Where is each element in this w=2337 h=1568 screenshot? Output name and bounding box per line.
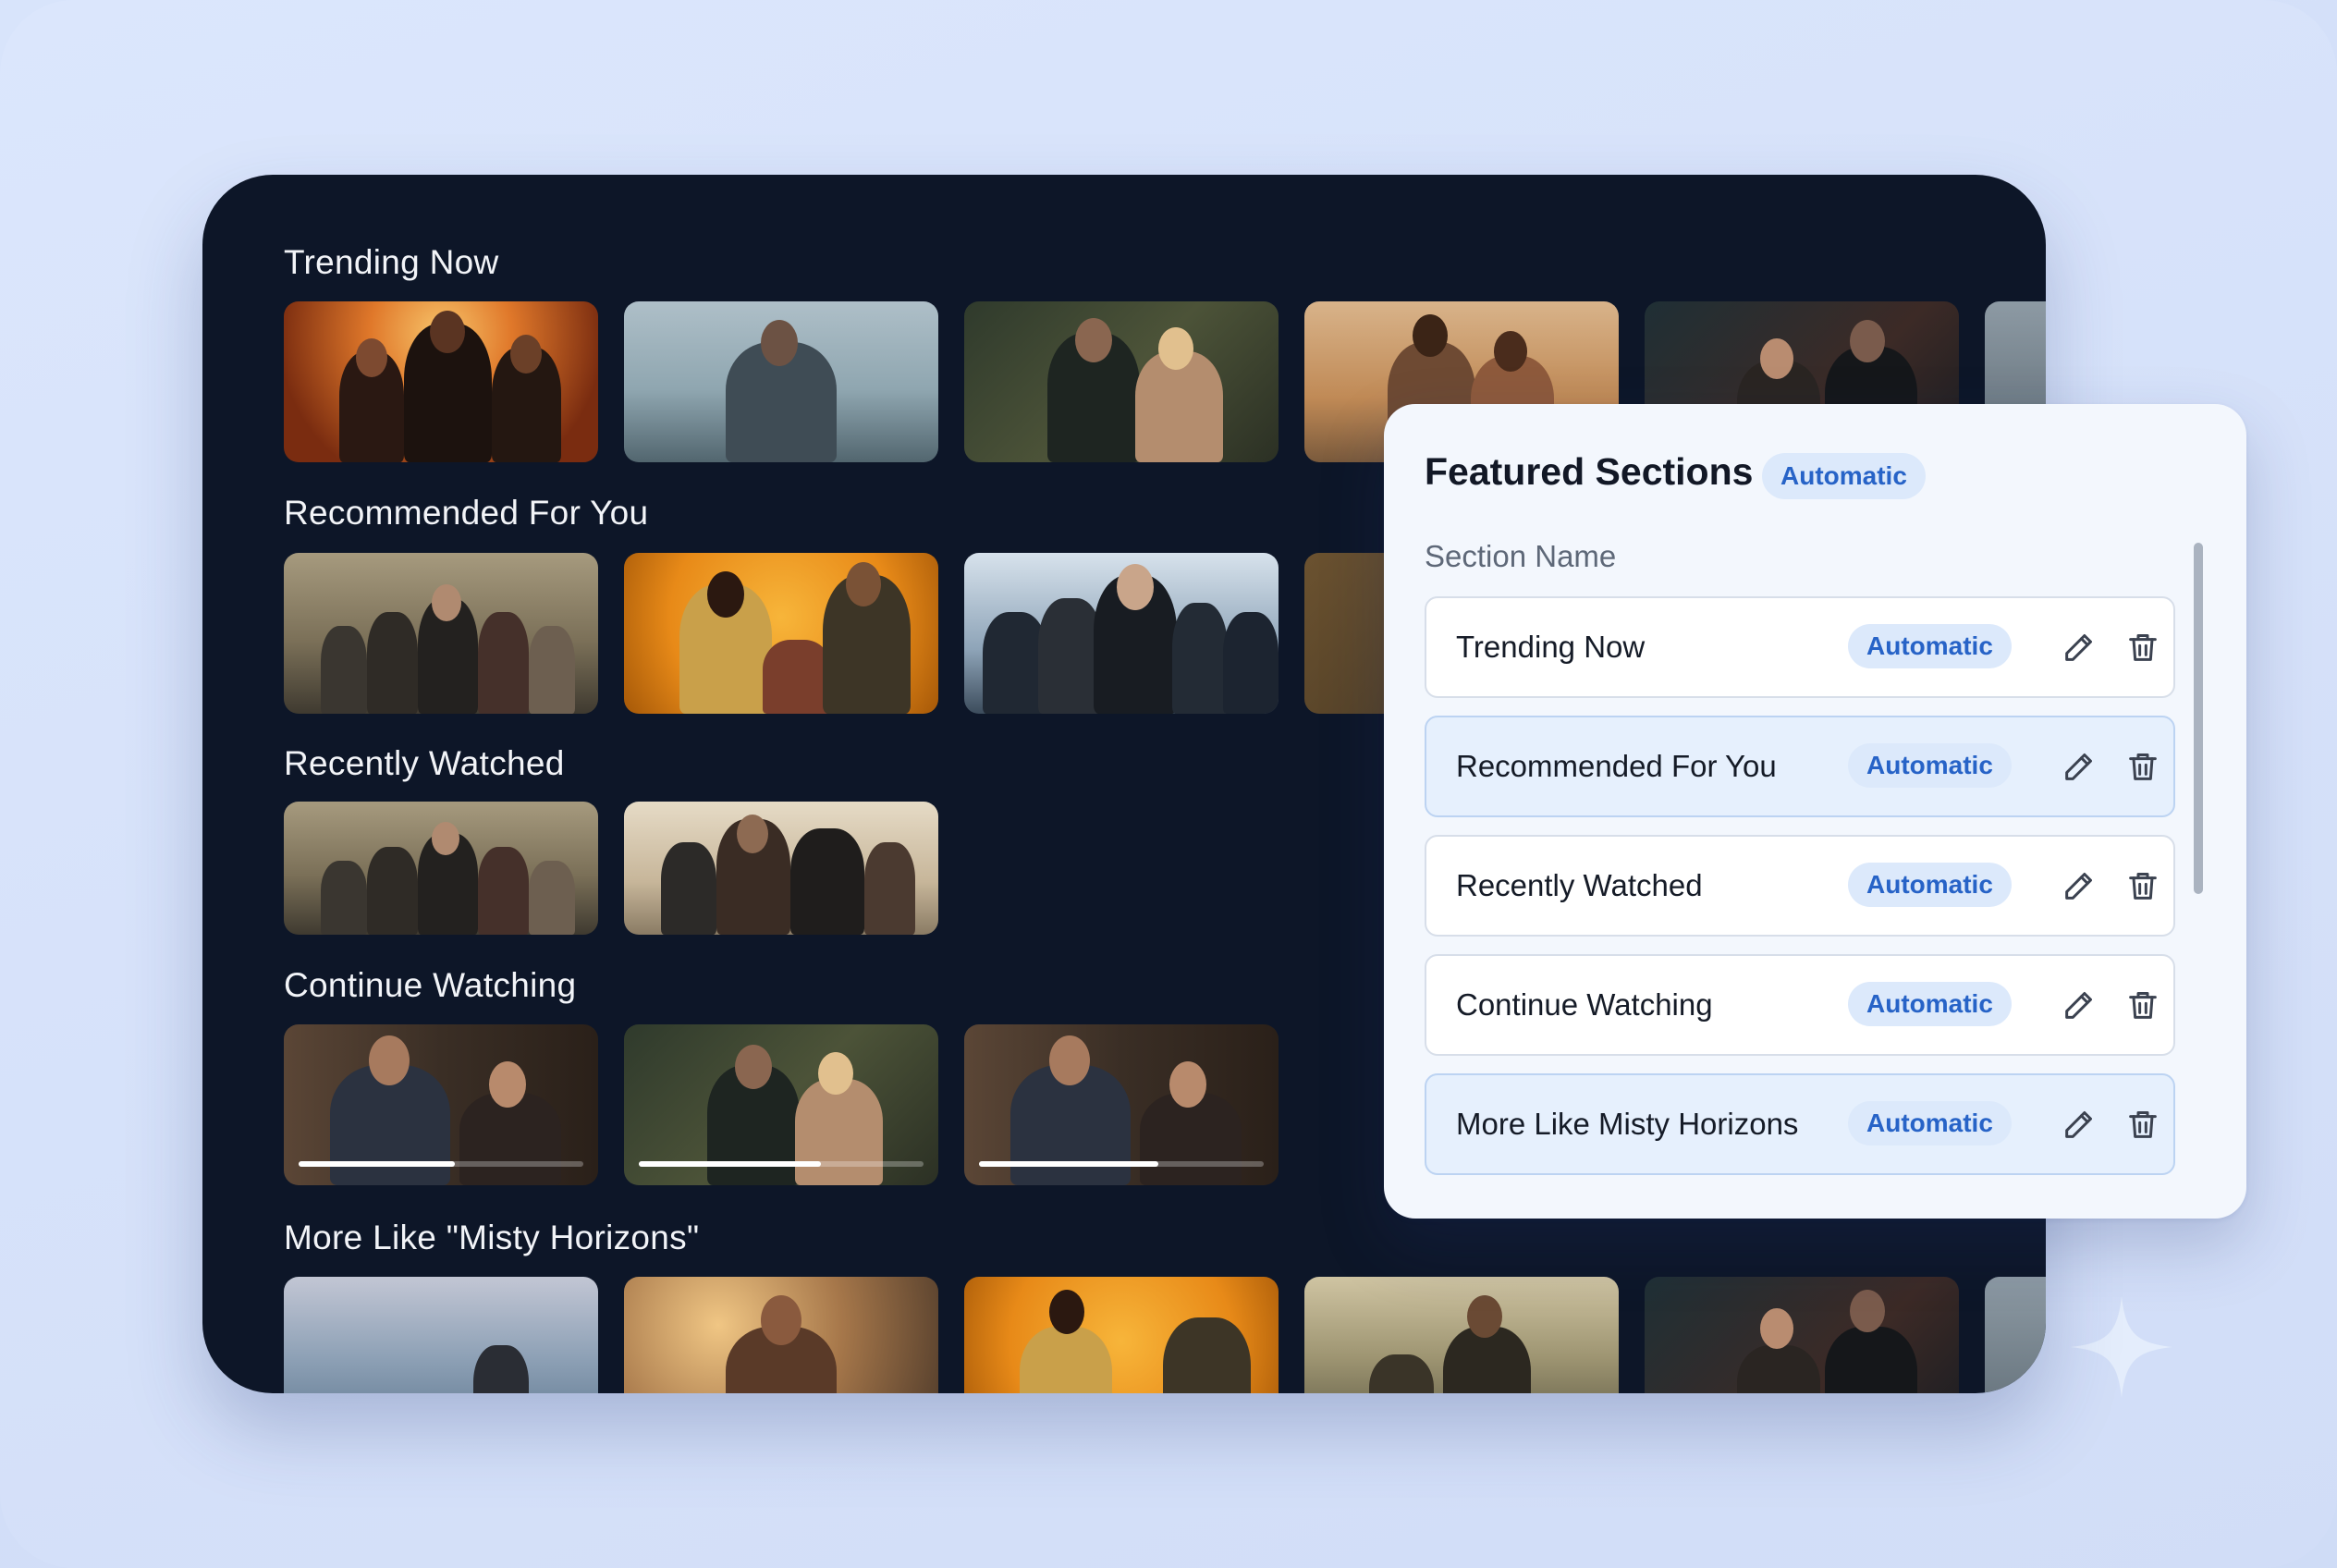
poster-tile[interactable]: [1985, 1277, 2046, 1393]
poster-tile[interactable]: [964, 301, 1279, 462]
poster-tile[interactable]: [624, 301, 938, 462]
pencil-icon[interactable]: [2061, 867, 2098, 904]
poster-tile[interactable]: [284, 1277, 598, 1393]
section-row[interactable]: Continue Watching Automatic: [1425, 954, 2175, 1056]
poster-tile[interactable]: [964, 1277, 1279, 1393]
section-row[interactable]: Trending Now Automatic: [1425, 596, 2175, 698]
section-name: Trending Now: [1456, 630, 1646, 664]
continue-tile[interactable]: [964, 1024, 1279, 1185]
trash-icon[interactable]: [2124, 629, 2161, 666]
poster-tile[interactable]: [964, 553, 1279, 714]
pencil-icon[interactable]: [2061, 986, 2098, 1023]
row-title-continue-watching: Continue Watching: [284, 966, 577, 1004]
column-header-section-name: Section Name: [1425, 539, 1617, 573]
status-badge: Automatic: [1762, 453, 1926, 499]
row-title-trending-now: Trending Now: [284, 243, 499, 281]
progress-bar: [639, 1161, 924, 1167]
featured-sections-card: Featured Sections Automatic Section Name…: [1384, 404, 2246, 1219]
poster-tile[interactable]: [284, 802, 598, 935]
poster-tile[interactable]: [1304, 1277, 1619, 1393]
section-row[interactable]: Recommended For You Automatic: [1425, 716, 2175, 817]
poster-tile[interactable]: [284, 553, 598, 714]
card-title: Featured Sections: [1425, 450, 1754, 493]
trash-icon[interactable]: [2124, 867, 2161, 904]
pencil-icon[interactable]: [2061, 629, 2098, 666]
trash-icon[interactable]: [2124, 1106, 2161, 1143]
poster-tile[interactable]: [284, 301, 598, 462]
poster-tile[interactable]: [624, 553, 938, 714]
pencil-icon[interactable]: [2061, 1106, 2098, 1143]
progress-bar: [299, 1161, 583, 1167]
status-badge: Automatic: [1848, 863, 2012, 907]
status-badge: Automatic: [1848, 624, 2012, 668]
section-name: Continue Watching: [1456, 987, 1713, 1022]
section-row[interactable]: Recently Watched Automatic: [1425, 835, 2175, 937]
status-badge: Automatic: [1848, 743, 2012, 788]
section-row[interactable]: More Like Misty Horizons Automatic: [1425, 1073, 2175, 1175]
progress-fill: [299, 1161, 456, 1167]
poster-tile[interactable]: [624, 802, 938, 935]
sparkle-icon: [2071, 1296, 2172, 1398]
poster-tile[interactable]: [624, 1277, 938, 1393]
progress-fill: [639, 1161, 822, 1167]
scrollbar[interactable]: [2194, 543, 2203, 1190]
pencil-icon[interactable]: [2061, 748, 2098, 785]
row-title-recently-watched: Recently Watched: [284, 744, 565, 782]
row-title-recommended-for-you: Recommended For You: [284, 494, 649, 532]
status-badge: Automatic: [1848, 982, 2012, 1026]
progress-fill: [979, 1161, 1159, 1167]
progress-bar: [979, 1161, 1264, 1167]
section-name: More Like Misty Horizons: [1456, 1107, 1799, 1141]
row-title-more-like: More Like "Misty Horizons": [284, 1219, 700, 1256]
trash-icon[interactable]: [2124, 986, 2161, 1023]
trash-icon[interactable]: [2124, 748, 2161, 785]
section-name: Recently Watched: [1456, 868, 1703, 902]
poster-tile[interactable]: [1645, 1277, 1959, 1393]
continue-tile[interactable]: [624, 1024, 938, 1185]
scrollbar-thumb[interactable]: [2194, 543, 2203, 894]
section-name: Recommended For You: [1456, 749, 1777, 783]
continue-tile[interactable]: [284, 1024, 598, 1185]
status-badge: Automatic: [1848, 1101, 2012, 1145]
